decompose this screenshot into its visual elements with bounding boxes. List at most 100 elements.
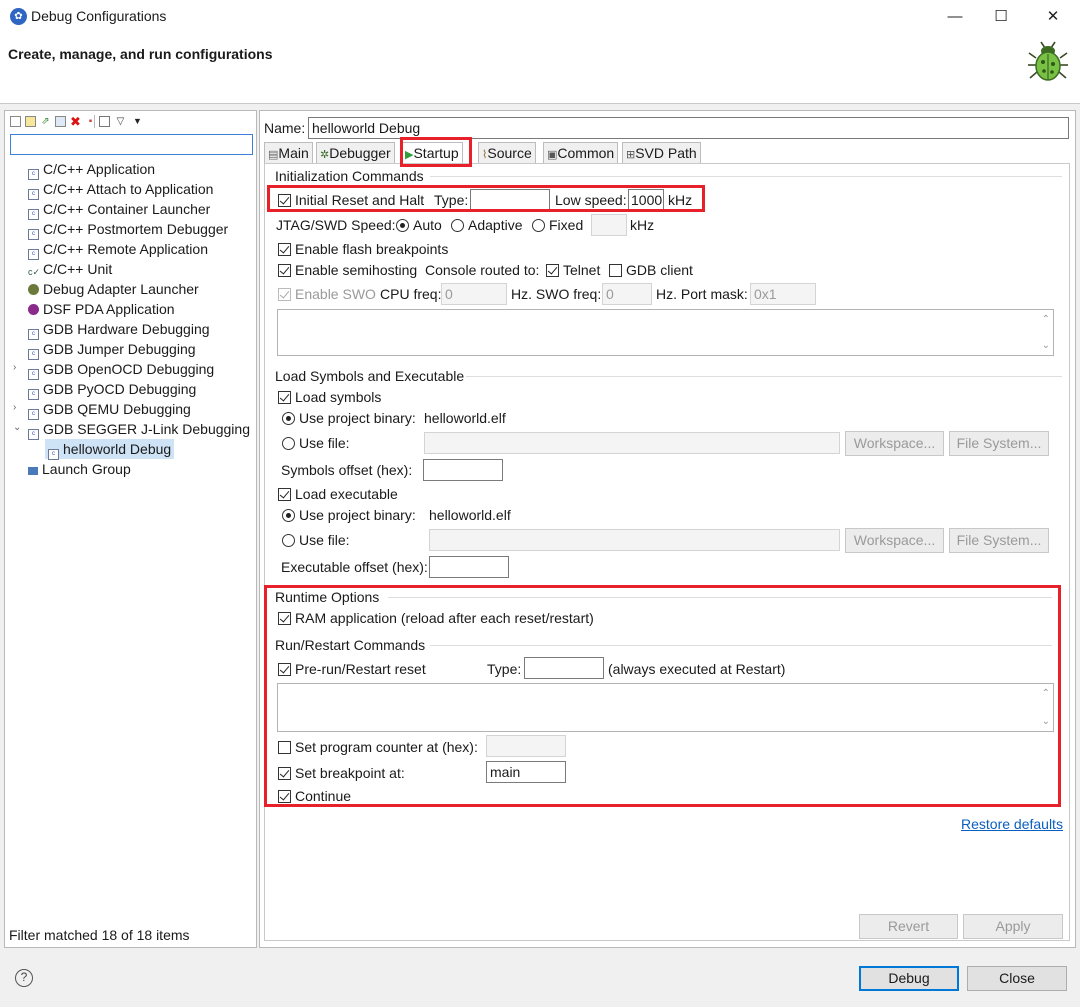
ram-application-checkbox[interactable]: RAM application (reload after each reset…	[278, 609, 594, 627]
exec-file-input[interactable]	[429, 529, 840, 551]
tree-item-gdb-pyocd[interactable]: c GDB PyOCD Debugging	[28, 379, 196, 400]
tab-debugger[interactable]: ✲Debugger	[316, 142, 395, 164]
scroll-up-icon[interactable]: ⌃	[1042, 688, 1050, 699]
maximize-button[interactable]: ☐	[978, 0, 1024, 34]
init-commands-title: Initialization Commands	[275, 168, 424, 184]
chevron-right-icon[interactable]: ›	[13, 362, 16, 373]
tree-item-cpp-remote[interactable]: c C/C++ Remote Application	[28, 239, 208, 260]
tree-item-cpp-attach[interactable]: c C/C++ Attach to Application	[28, 179, 213, 200]
radio-selected	[282, 412, 295, 425]
view-menu-chevron-down-icon[interactable]: ▼	[132, 116, 143, 127]
tree-item-cpp-application[interactable]: c C/C++ Application	[28, 159, 155, 180]
swo-freq-label: Hz. SWO freq:	[511, 286, 602, 302]
speed-fixed-radio[interactable]: Fixed	[532, 216, 583, 234]
new-prototype-icon[interactable]	[25, 116, 36, 127]
checkbox-checked	[278, 767, 291, 780]
tree-item-cpp-unit[interactable]: c✓ C/C++ Unit	[28, 259, 112, 279]
tab-startup[interactable]: ▶Startup	[401, 142, 463, 165]
reset-type-input[interactable]	[470, 189, 550, 211]
port-mask-input[interactable]: 0x1	[750, 283, 816, 305]
export-icon[interactable]: ⇗	[40, 116, 51, 127]
exec-offset-input[interactable]	[429, 556, 509, 578]
checkbox-checked	[546, 264, 559, 277]
symbols-workspace-button[interactable]: Workspace...	[845, 431, 944, 456]
debug-button[interactable]: Debug	[859, 966, 959, 991]
symbols-project-binary-radio[interactable]: Use project binary:	[282, 409, 416, 427]
apply-button[interactable]: Apply	[963, 914, 1063, 939]
tree-item-gdb-openocd[interactable]: c GDB OpenOCD Debugging	[28, 359, 214, 380]
revert-button[interactable]: Revert	[859, 914, 958, 939]
exec-use-file-radio[interactable]: Use file:	[282, 531, 350, 549]
tree-item-gdb-segger[interactable]: c GDB SEGGER J-Link Debugging	[28, 419, 250, 440]
tab-common[interactable]: ▣Common	[543, 142, 619, 164]
low-speed-input[interactable]: 1000	[628, 189, 664, 211]
low-speed-label: Low speed:	[555, 192, 627, 208]
speed-adaptive-radio[interactable]: Adaptive	[451, 216, 522, 234]
scroll-down-icon[interactable]: ⌄	[1042, 340, 1050, 351]
common-tab-icon: ▣	[547, 149, 558, 161]
chevron-down-icon[interactable]: ⌄	[13, 422, 21, 433]
swo-freq-input[interactable]: 0	[602, 283, 652, 305]
set-pc-checkbox[interactable]: Set program counter at (hex):	[278, 738, 478, 756]
telnet-checkbox[interactable]: Telnet	[546, 261, 600, 279]
symbols-file-input[interactable]	[424, 432, 840, 454]
tree-item-cpp-container[interactable]: c C/C++ Container Launcher	[28, 199, 210, 220]
set-breakpoint-checkbox[interactable]: Set breakpoint at:	[278, 764, 405, 782]
close-window-button[interactable]: ✕	[1030, 0, 1076, 34]
symbols-offset-input[interactable]	[423, 459, 503, 481]
exec-project-binary-radio[interactable]: Use project binary:	[282, 506, 416, 524]
checkbox-checked	[278, 243, 291, 256]
tab-svd-path[interactable]: ⊞SVD Path	[622, 142, 701, 164]
chevron-right-icon[interactable]: ›	[13, 402, 16, 413]
tree-item-gdb-hardware[interactable]: c GDB Hardware Debugging	[28, 319, 210, 340]
tree-item-dsf-pda[interactable]: DSF PDA Application	[28, 299, 175, 319]
reset-type-label: Type:	[434, 192, 469, 208]
speed-auto-radio[interactable]: Auto	[396, 216, 442, 234]
tree-item-cpp-postmortem[interactable]: c C/C++ Postmortem Debugger	[28, 219, 228, 240]
delete-icon[interactable]: ✖	[70, 115, 81, 128]
scroll-down-icon[interactable]: ⌄	[1042, 716, 1050, 727]
flash-breakpoints-checkbox[interactable]: Enable flash breakpoints	[278, 240, 448, 258]
breakpoint-input[interactable]: main	[486, 761, 566, 783]
collapse-all-icon[interactable]	[99, 116, 110, 127]
tree-item-helloworld-debug[interactable]: c helloworld Debug	[45, 439, 175, 460]
exec-workspace-button[interactable]: Workspace...	[845, 528, 944, 553]
filter-status: Filter matched 18 of 18 items	[9, 927, 190, 943]
continue-checkbox[interactable]: Continue	[278, 787, 351, 805]
pre-run-type-input[interactable]	[524, 657, 604, 679]
group-divider	[388, 597, 1052, 598]
filter-icon[interactable]: ▽	[115, 116, 126, 127]
run-commands-textarea[interactable]: ⌃ ⌄	[277, 683, 1054, 732]
duplicate-icon[interactable]	[55, 116, 66, 127]
new-config-icon[interactable]	[10, 116, 21, 127]
pre-run-reset-checkbox[interactable]: Pre-run/Restart reset	[278, 660, 426, 678]
close-button[interactable]: Close	[967, 966, 1067, 991]
checkbox-checked	[278, 790, 291, 803]
load-executable-checkbox[interactable]: Load executable	[278, 485, 398, 503]
filter-input[interactable]	[10, 134, 253, 155]
help-icon[interactable]: ?	[15, 969, 33, 987]
tree-item-debug-adapter[interactable]: Debug Adapter Launcher	[28, 279, 199, 299]
load-symbols-checkbox[interactable]: Load symbols	[278, 388, 381, 406]
semihosting-checkbox[interactable]: Enable semihosting	[278, 261, 417, 279]
tree-item-launch-group[interactable]: Launch Group	[28, 459, 131, 479]
tree-item-gdb-jumper[interactable]: c GDB Jumper Debugging	[28, 339, 196, 360]
tab-source[interactable]: ⌇Source	[478, 142, 536, 164]
set-pc-input[interactable]	[486, 735, 566, 757]
tree-item-gdb-qemu[interactable]: c GDB QEMU Debugging	[28, 399, 191, 420]
scroll-up-icon[interactable]: ⌃	[1042, 314, 1050, 325]
exec-file-system-button[interactable]: File System...	[949, 528, 1049, 553]
name-input[interactable]: helloworld Debug	[308, 117, 1069, 139]
gdb-client-checkbox[interactable]: GDB client	[609, 261, 693, 279]
restore-defaults-link[interactable]: Restore defaults	[961, 815, 1063, 833]
fixed-speed-unit: kHz	[630, 217, 655, 233]
reset-halt-checkbox[interactable]: Initial Reset and Halt	[278, 191, 424, 209]
tab-main[interactable]: ▤Main	[264, 142, 313, 164]
symbols-file-system-button[interactable]: File System...	[949, 431, 1049, 456]
swo-checkbox[interactable]: Enable SWO	[278, 285, 376, 303]
minimize-button[interactable]: —	[932, 0, 978, 34]
symbols-use-file-radio[interactable]: Use file:	[282, 434, 350, 452]
cpu-freq-input[interactable]: 0	[441, 283, 507, 305]
init-commands-textarea[interactable]: ⌃ ⌄	[277, 309, 1054, 356]
fixed-speed-input[interactable]	[591, 214, 627, 236]
